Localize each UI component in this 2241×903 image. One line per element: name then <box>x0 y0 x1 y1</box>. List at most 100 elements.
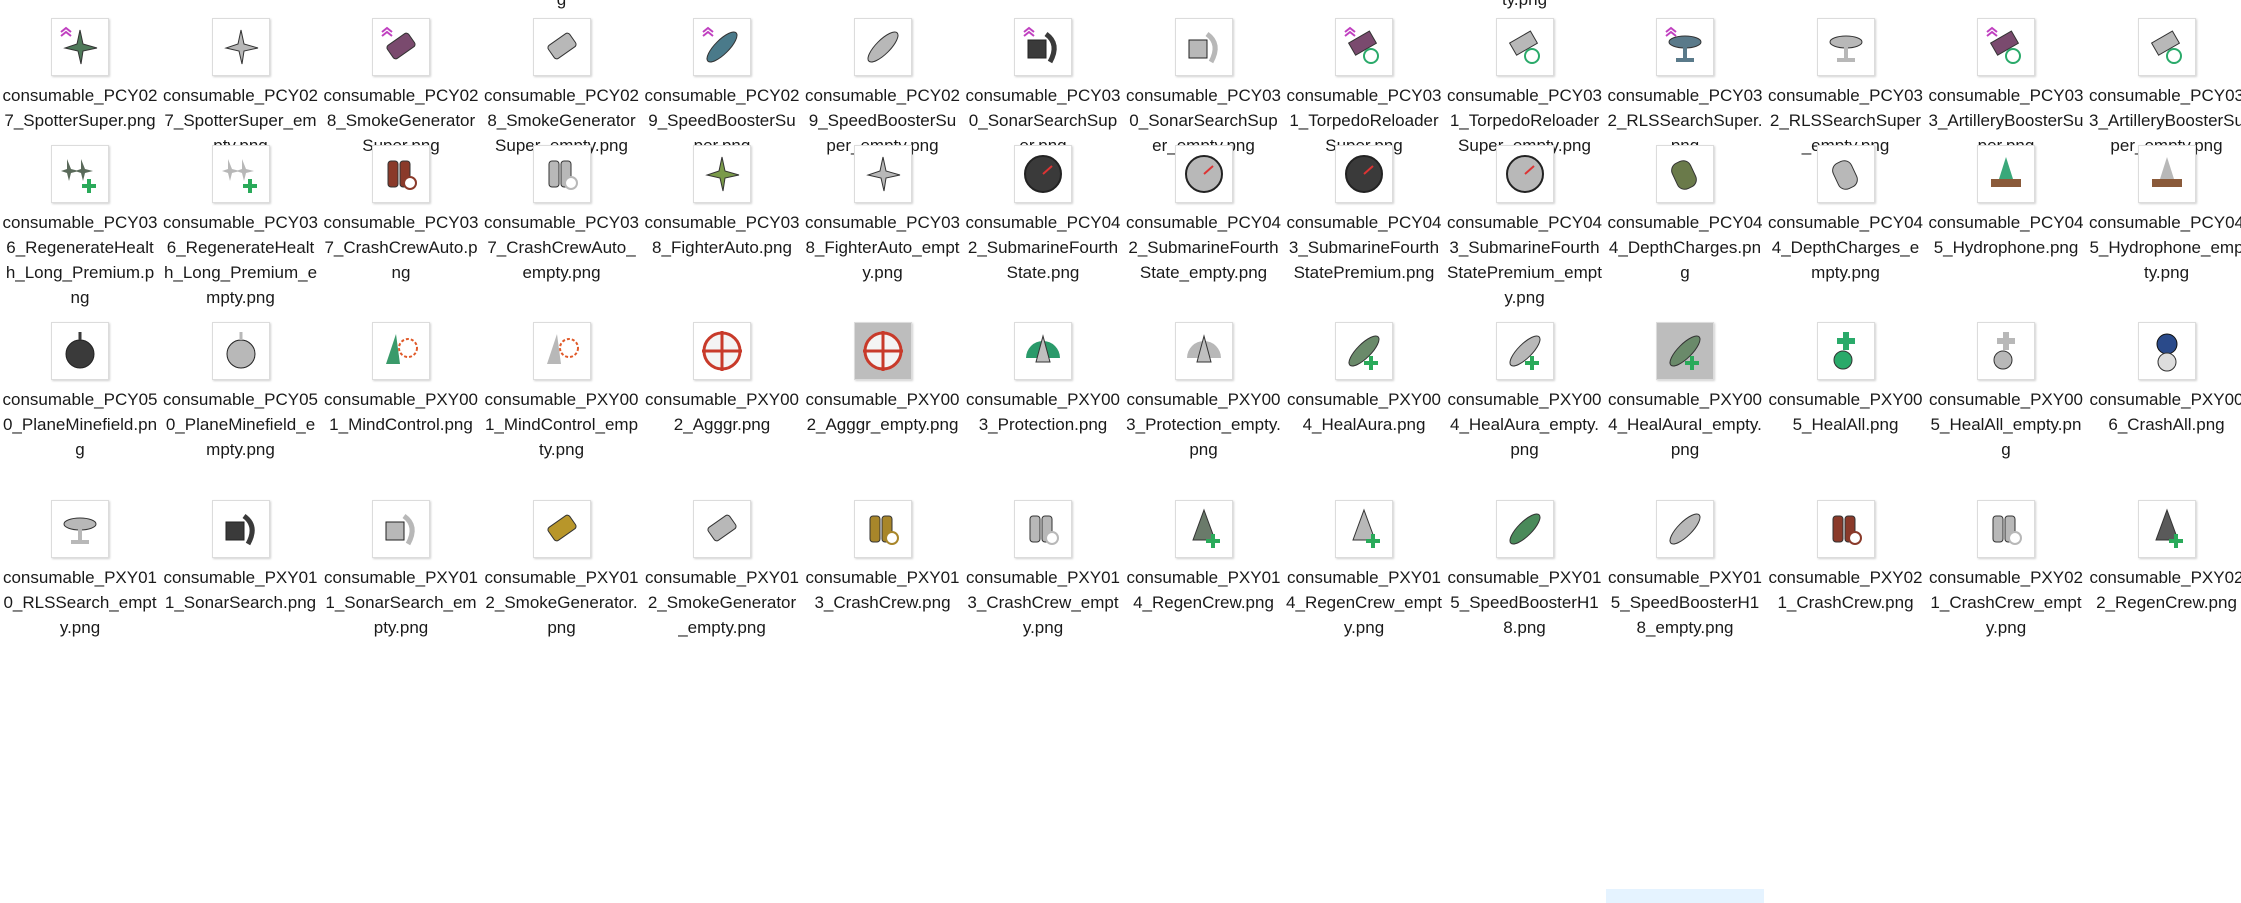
file-name: consumable_PXY022_RegenCrew.png <box>2089 568 2241 612</box>
mind-control-icon <box>372 322 430 380</box>
sonar-search-icon <box>1014 18 1072 76</box>
radar-search-icon <box>1656 18 1714 76</box>
file-item[interactable]: consumable_PCY044_DepthCharges_empty.png <box>1766 145 1926 285</box>
file-item[interactable]: consumable_PXY006_CrashAll.png <box>2087 322 2241 437</box>
file-item[interactable]: consumable_PXY014_RegenCrew_empty.png <box>1284 500 1444 640</box>
file-item[interactable]: consumable_PXY013_CrashCrew_empty.png <box>963 500 1123 640</box>
smoke-generator-icon <box>532 500 591 558</box>
file-item[interactable]: consumable_PCY042_SubmarineFourthState.p… <box>963 145 1123 285</box>
file-item[interactable]: consumable_PXY013_CrashCrew.png <box>803 500 963 615</box>
speed-booster-icon <box>1656 500 1714 558</box>
file-item[interactable]: consumable_PXY001_MindControl_empty.png <box>482 322 642 462</box>
file-item[interactable]: consumable_PCY036_RegenerateHealth_Long_… <box>0 145 160 310</box>
file-item[interactable]: consumable_PXY003_Protection.png <box>963 322 1123 437</box>
file-item[interactable]: consumable_PCY045_Hydrophone.png <box>1926 145 2086 260</box>
file-item[interactable]: consumable_PCY027_SpotterSuper.png <box>0 18 160 133</box>
planes-heal-icon <box>51 145 109 203</box>
file-item[interactable]: consumable_PCY029_SpeedBoosterSuper.png <box>642 18 802 158</box>
file-item[interactable]: consumable_PXY011_SonarSearch_empty.png <box>321 500 481 640</box>
ship-shield-icon <box>1014 322 1072 380</box>
file-item[interactable]: consumable_PCY037_CrashCrewAuto_empty.pn… <box>482 145 642 285</box>
file-name: consumable_PCY043_SubmarineFourthStatePr… <box>1286 213 1442 282</box>
file-item[interactable]: consumable_PXY004_HealAura_empty.png <box>1445 322 1605 462</box>
label-fragment: ty.png <box>1445 0 1605 12</box>
radar-search-icon <box>1816 18 1875 76</box>
smoke-generator-icon <box>372 18 430 76</box>
regen-crew-icon <box>2137 500 2196 558</box>
file-item[interactable]: consumable_PCY045_Hydrophone_empty.png <box>2087 145 2241 285</box>
file-item[interactable]: consumable_PCY029_SpeedBoosterSuper_empt… <box>803 18 963 158</box>
file-item[interactable]: consumable_PXY010_RLSSearch_empty.png <box>0 500 160 640</box>
fighter-plane-icon <box>853 145 912 203</box>
file-item[interactable]: consumable_PXY021_CrashCrew.png <box>1766 500 1926 615</box>
file-item[interactable]: consumable_PXY015_SpeedBoosterH18_empty.… <box>1605 500 1765 640</box>
torpedo-reloader-icon <box>1335 18 1393 76</box>
file-item[interactable]: consumable_PXY002_Agggr.png <box>642 322 802 437</box>
file-item[interactable]: consumable_PCY043_SubmarineFourthStatePr… <box>1284 145 1444 285</box>
sonar-search-icon <box>372 500 430 558</box>
smoke-generator-icon <box>693 500 751 558</box>
file-name: consumable_PXY014_RegenCrew_empty.png <box>1286 568 1442 637</box>
file-item[interactable]: consumable_PCY037_CrashCrewAuto.png <box>321 145 481 285</box>
file-item[interactable]: consumable_PCY038_FighterAuto.png <box>642 145 802 260</box>
file-item[interactable]: consumable_PCY036_RegenerateHealth_Long_… <box>161 145 321 310</box>
file-item[interactable]: consumable_PXY022_RegenCrew.png <box>2087 500 2241 615</box>
file-name: consumable_PXY011_SonarSearch_empty.png <box>323 568 479 637</box>
file-item[interactable]: consumable_PCY031_TorpedoReloaderSuper.p… <box>1284 18 1444 158</box>
file-name: consumable_PCY036_RegenerateHealth_Long_… <box>163 213 318 307</box>
file-item[interactable]: consumable_PXY012_SmokeGenerator_empty.p… <box>642 500 802 640</box>
file-item[interactable]: consumable_PCY050_PlaneMinefield.png <box>0 322 160 462</box>
file-item[interactable]: consumable_PCY050_PlaneMinefield_empty.p… <box>161 322 321 462</box>
file-item[interactable]: consumable_PCY031_TorpedoReloaderSuper_e… <box>1445 18 1605 158</box>
file-name: consumable_PXY002_Agggr.png <box>644 390 800 434</box>
file-name: consumable_PXY005_HealAll.png <box>1768 390 1923 434</box>
heal-aura-icon <box>1495 322 1554 380</box>
file-item[interactable]: consumable_PXY003_Protection_empty.png <box>1124 322 1284 462</box>
planes-heal-icon <box>211 145 270 203</box>
hydrophone-icon <box>1977 145 2035 203</box>
file-name: consumable_PCY045_Hydrophone.png <box>1928 213 2084 257</box>
file-item[interactable]: consumable_PCY033_ArtilleryBoosterSuper_… <box>2087 18 2241 158</box>
file-name: consumable_PCY027_SpotterSuper.png <box>2 86 158 130</box>
radar-search-icon <box>51 500 109 558</box>
fighter-plane-icon <box>693 145 751 203</box>
crash-all-icon <box>2137 322 2196 380</box>
file-item[interactable]: consumable_PCY028_SmokeGeneratorSuper.pn… <box>321 18 481 158</box>
file-item[interactable]: consumable_PCY043_SubmarineFourthStatePr… <box>1445 145 1605 310</box>
file-item[interactable]: consumable_PCY032_RLSSearchSuper.png <box>1605 18 1765 158</box>
file-item[interactable]: consumable_PCY027_SpotterSuper_empty.png <box>161 18 321 158</box>
file-name: consumable_PCY045_Hydrophone_empty.png <box>2089 213 2241 282</box>
file-item[interactable]: consumable_PXY005_HealAll_empty.png <box>1926 322 2086 462</box>
heal-aura-icon <box>1335 322 1393 380</box>
file-item[interactable]: consumable_PXY014_RegenCrew.png <box>1124 500 1284 615</box>
file-name: consumable_PCY043_SubmarineFourthStatePr… <box>1447 213 1602 307</box>
crash-crew-icon <box>1977 500 2035 558</box>
speed-booster-icon <box>693 18 751 76</box>
file-item[interactable]: consumable_PXY021_CrashCrew_empty.png <box>1926 500 2086 640</box>
file-item[interactable]: consumable_PCY042_SubmarineFourthState_e… <box>1124 145 1284 285</box>
file-item[interactable]: consumable_PCY032_RLSSearchSuper_empty.p… <box>1766 18 1926 158</box>
file-item[interactable]: consumable_PCY030_SonarSearchSuper_empty… <box>1124 18 1284 158</box>
file-item[interactable]: consumable_PCY028_SmokeGeneratorSuper_em… <box>482 18 642 158</box>
file-item[interactable]: consumable_PXY004_HealAura.png <box>1284 322 1444 437</box>
file-item[interactable]: consumable_PCY030_SonarSearchSuper.png <box>963 18 1123 158</box>
file-name: consumable_PCY050_PlaneMinefield.png <box>2 390 158 459</box>
file-item[interactable]: consumable_PCY038_FighterAuto_empty.png <box>803 145 963 285</box>
file-name: consumable_PXY004_HealAura_empty.png <box>1447 390 1602 459</box>
file-item[interactable]: consumable_PCY044_DepthCharges.png <box>1605 145 1765 285</box>
file-name: consumable_PXY001_MindControl_empty.png <box>484 390 639 459</box>
crash-crew-icon <box>1816 500 1875 558</box>
file-item[interactable]: consumable_PXY002_Agggr_empty.png <box>803 322 963 437</box>
file-item[interactable]: consumable_PXY015_SpeedBoosterH18.png <box>1445 500 1605 640</box>
file-name: consumable_PCY044_DepthCharges.png <box>1607 213 1763 282</box>
file-name: consumable_PCY050_PlaneMinefield_empty.p… <box>163 390 318 459</box>
mind-control-icon <box>532 322 591 380</box>
file-item[interactable]: consumable_PXY004_HealAuraI_empty.png <box>1605 322 1765 462</box>
file-item[interactable]: consumable_PCY033_ArtilleryBoosterSuper.… <box>1926 18 2086 158</box>
smoke-generator-icon <box>532 18 591 76</box>
mine-icon <box>211 322 270 380</box>
file-item[interactable]: consumable_PXY012_SmokeGenerator.png <box>482 500 642 640</box>
file-item[interactable]: consumable_PXY001_MindControl.png <box>321 322 481 437</box>
file-item[interactable]: consumable_PXY011_SonarSearch.png <box>161 500 321 615</box>
file-item[interactable]: consumable_PXY005_HealAll.png <box>1766 322 1926 437</box>
